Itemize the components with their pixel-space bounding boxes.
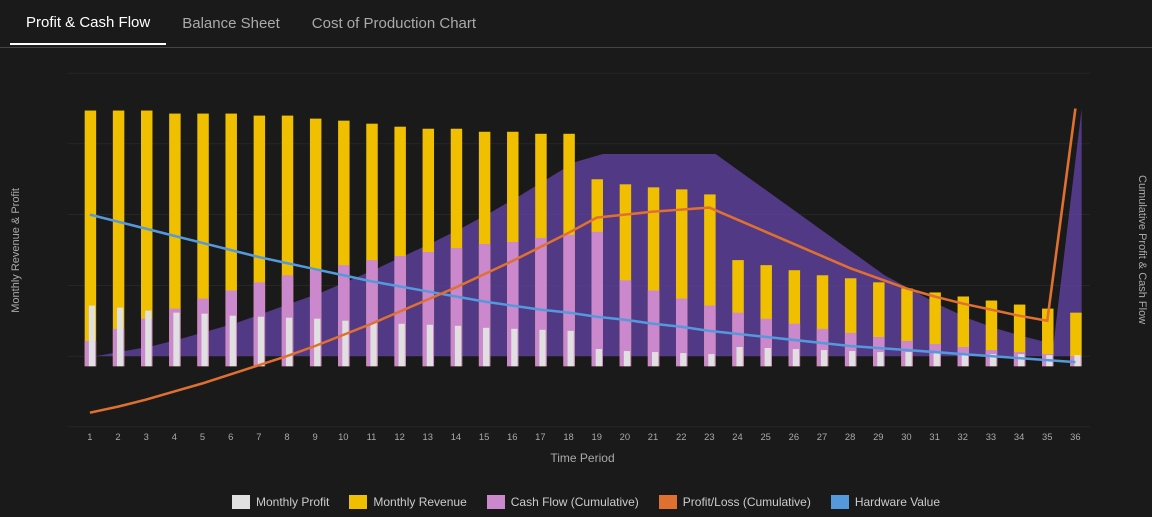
x-axis-label: Time Period	[68, 451, 1097, 465]
legend-monthly-revenue: Monthly Revenue	[349, 495, 466, 509]
svg-text:27: 27	[817, 432, 827, 442]
svg-text:4: 4	[172, 432, 177, 442]
app-container: Profit & Cash Flow Balance Sheet Cost of…	[0, 0, 1152, 517]
tab-cost-production[interactable]: Cost of Production Chart	[296, 3, 492, 44]
legend-label-monthly-profit: Monthly Profit	[256, 495, 329, 509]
legend-color-monthly-revenue	[349, 495, 367, 509]
svg-text:34: 34	[1014, 432, 1024, 442]
svg-text:7: 7	[256, 432, 261, 442]
svg-text:18: 18	[563, 432, 573, 442]
svg-text:12: 12	[394, 432, 404, 442]
svg-text:6: 6	[228, 432, 233, 442]
svg-text:8: 8	[284, 432, 289, 442]
svg-text:29: 29	[873, 432, 883, 442]
svg-text:2: 2	[115, 432, 120, 442]
tab-balance-sheet[interactable]: Balance Sheet	[166, 3, 296, 44]
main-chart: 1 2 3 4 5 6 7 8 9 10 11 12 13 14 15 16 1…	[68, 58, 1090, 442]
svg-text:17: 17	[535, 432, 545, 442]
svg-text:3: 3	[144, 432, 149, 442]
legend-label-hardware-value: Hardware Value	[855, 495, 940, 509]
svg-text:21: 21	[648, 432, 658, 442]
y-axis-right-label: Cumulative Profit & Cash Flow	[1136, 175, 1148, 324]
svg-text:23: 23	[704, 432, 714, 442]
svg-text:9: 9	[313, 432, 318, 442]
tab-profit-cashflow[interactable]: Profit & Cash Flow	[10, 2, 166, 45]
legend-label-cashflow: Cash Flow (Cumulative)	[511, 495, 639, 509]
svg-text:22: 22	[676, 432, 686, 442]
legend-cashflow: Cash Flow (Cumulative)	[487, 495, 639, 509]
svg-text:1: 1	[87, 432, 92, 442]
chart-area: Monthly Revenue & Profit Cumulative Prof…	[0, 48, 1152, 517]
svg-text:36: 36	[1070, 432, 1080, 442]
svg-text:28: 28	[845, 432, 855, 442]
legend-color-hardware-value	[831, 495, 849, 509]
svg-text:16: 16	[507, 432, 517, 442]
svg-text:19: 19	[592, 432, 602, 442]
svg-text:13: 13	[423, 432, 433, 442]
svg-text:20: 20	[620, 432, 630, 442]
legend-label-monthly-revenue: Monthly Revenue	[373, 495, 466, 509]
chart-legend: Monthly Profit Monthly Revenue Cash Flow…	[80, 495, 1092, 509]
svg-text:10: 10	[338, 432, 348, 442]
svg-text:32: 32	[958, 432, 968, 442]
legend-color-monthly-profit	[232, 495, 250, 509]
legend-monthly-profit: Monthly Profit	[232, 495, 329, 509]
svg-text:11: 11	[367, 432, 377, 442]
svg-text:25: 25	[760, 432, 770, 442]
svg-text:24: 24	[732, 432, 742, 442]
svg-text:33: 33	[986, 432, 996, 442]
legend-color-profit-loss	[659, 495, 677, 509]
legend-label-profit-loss: Profit/Loss (Cumulative)	[683, 495, 811, 509]
tab-bar: Profit & Cash Flow Balance Sheet Cost of…	[0, 0, 1152, 48]
svg-text:35: 35	[1042, 432, 1052, 442]
svg-text:26: 26	[789, 432, 799, 442]
y-axis-left-label: Monthly Revenue & Profit	[10, 188, 22, 313]
svg-text:5: 5	[200, 432, 205, 442]
svg-text:31: 31	[929, 432, 939, 442]
legend-color-cashflow	[487, 495, 505, 509]
svg-text:14: 14	[451, 432, 461, 442]
svg-text:15: 15	[479, 432, 489, 442]
legend-profit-loss: Profit/Loss (Cumulative)	[659, 495, 811, 509]
legend-hardware-value: Hardware Value	[831, 495, 940, 509]
svg-text:30: 30	[901, 432, 911, 442]
